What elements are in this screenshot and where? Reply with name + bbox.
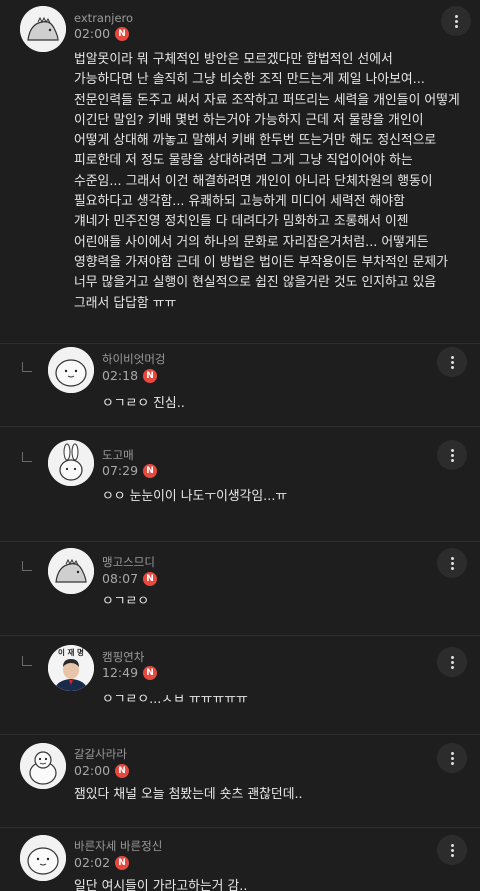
comment-body: ㅇㄱㄹㅇ xyxy=(102,594,150,609)
time-text: 12:49 xyxy=(102,665,139,680)
comment-item: 바른자세 바른정신 02:02 N 일단 여시들이 가라고하는거 감.. xyxy=(0,828,480,891)
comment-author[interactable]: 도고매 xyxy=(102,447,134,463)
comment-time: 02:02 N xyxy=(74,855,130,870)
more-options-button[interactable] xyxy=(441,6,471,36)
reply-indicator-icon xyxy=(22,656,32,666)
comment-author[interactable]: 갈갈사라라 xyxy=(74,746,127,762)
comment-time: 02:18 N xyxy=(102,368,158,383)
comment-body: 잼있다 채널 오늘 첨봤는데 숏츠 괜찮던데.. xyxy=(74,787,303,802)
comment-time: 07:29 N xyxy=(102,463,158,478)
new-badge: N xyxy=(115,855,130,870)
comment-item: extranjero 02:00 N 법알못이라 뭐 구체적인 방안은 모르겠다… xyxy=(0,0,480,344)
time-text: 02:02 xyxy=(74,855,111,870)
comment-time: 02:00 N xyxy=(74,763,130,778)
new-badge: N xyxy=(143,665,158,680)
new-badge: N xyxy=(143,571,158,586)
blob-avatar[interactable] xyxy=(48,347,94,393)
time-text: 07:29 xyxy=(102,463,139,478)
dino-avatar[interactable] xyxy=(20,6,66,52)
blob-avatar[interactable] xyxy=(20,835,66,881)
reply-item: 이 재 명 캠핑연차 12:49 N ㅇㄱㄹㅇ...ㅅㅂ ㅠㅠㅠㅠㅠ xyxy=(0,636,480,735)
more-vertical-icon xyxy=(450,448,454,462)
duck-avatar[interactable] xyxy=(20,743,66,789)
comment-time: 02:00 N xyxy=(74,26,130,41)
comment-list: extranjero 02:00 N 법알못이라 뭐 구체적인 방안은 모르겠다… xyxy=(0,0,480,891)
more-vertical-icon xyxy=(450,655,454,669)
avatar-caption: 이 재 명 xyxy=(58,648,84,657)
more-vertical-icon xyxy=(450,751,454,765)
comment-author[interactable]: extranjero xyxy=(74,11,133,25)
reply-item: 하이비엇머겅 02:18 N ㅇㄱㄹㅇ 진심.. xyxy=(0,344,480,427)
comment-body: ㅇㄱㄹㅇ...ㅅㅂ ㅠㅠㅠㅠㅠ xyxy=(102,692,248,707)
reply-indicator-icon xyxy=(22,362,32,372)
dino-avatar[interactable] xyxy=(48,548,94,594)
more-options-button[interactable] xyxy=(437,440,467,470)
more-vertical-icon xyxy=(450,556,454,570)
reply-item: 맹고스므디 08:07 N ㅇㄱㄹㅇ xyxy=(0,542,480,636)
time-text: 02:18 xyxy=(102,368,139,383)
new-badge: N xyxy=(115,26,130,41)
more-options-button[interactable] xyxy=(437,647,467,677)
comment-author[interactable]: 하이비엇머겅 xyxy=(102,351,165,367)
comment-time: 08:07 N xyxy=(102,571,158,586)
comment-body: 일단 여시들이 가라고하는거 감.. xyxy=(74,879,248,891)
comment-body: ㅇㅇ 눈눈이이 나도ㅜ이생각임...ㅠ xyxy=(102,489,288,504)
reply-indicator-icon xyxy=(22,561,32,571)
time-text: 08:07 xyxy=(102,571,139,586)
more-vertical-icon xyxy=(454,14,458,28)
reply-item: 도고매 07:29 N ㅇㅇ 눈눈이이 나도ㅜ이생각임...ㅠ xyxy=(0,427,480,542)
more-options-button[interactable] xyxy=(437,548,467,578)
new-badge: N xyxy=(143,463,158,478)
comment-time: 12:49 N xyxy=(102,665,158,680)
new-badge: N xyxy=(115,763,130,778)
time-text: 02:00 xyxy=(74,26,111,41)
reply-indicator-icon xyxy=(22,452,32,462)
comment-author[interactable]: 바른자세 바른정신 xyxy=(74,838,162,854)
comment-author[interactable]: 캠핑연차 xyxy=(102,649,144,665)
more-options-button[interactable] xyxy=(437,743,467,773)
rabbit-avatar[interactable] xyxy=(48,440,94,486)
more-options-button[interactable] xyxy=(437,835,467,865)
more-options-button[interactable] xyxy=(437,347,467,377)
comment-body: ㅇㄱㄹㅇ 진심.. xyxy=(102,396,185,411)
more-vertical-icon xyxy=(450,355,454,369)
comment-author[interactable]: 맹고스므디 xyxy=(102,554,155,570)
new-badge: N xyxy=(143,368,158,383)
time-text: 02:00 xyxy=(74,763,111,778)
comment-body: 법알못이라 뭐 구체적인 방안은 모르겠다만 합법적인 선에서 가능하다면 난 … xyxy=(74,52,460,311)
comment-item: 갈갈사라라 02:00 N 잼있다 채널 오늘 첨봤는데 숏츠 괜찮던데.. xyxy=(0,735,480,828)
more-vertical-icon xyxy=(450,843,454,857)
